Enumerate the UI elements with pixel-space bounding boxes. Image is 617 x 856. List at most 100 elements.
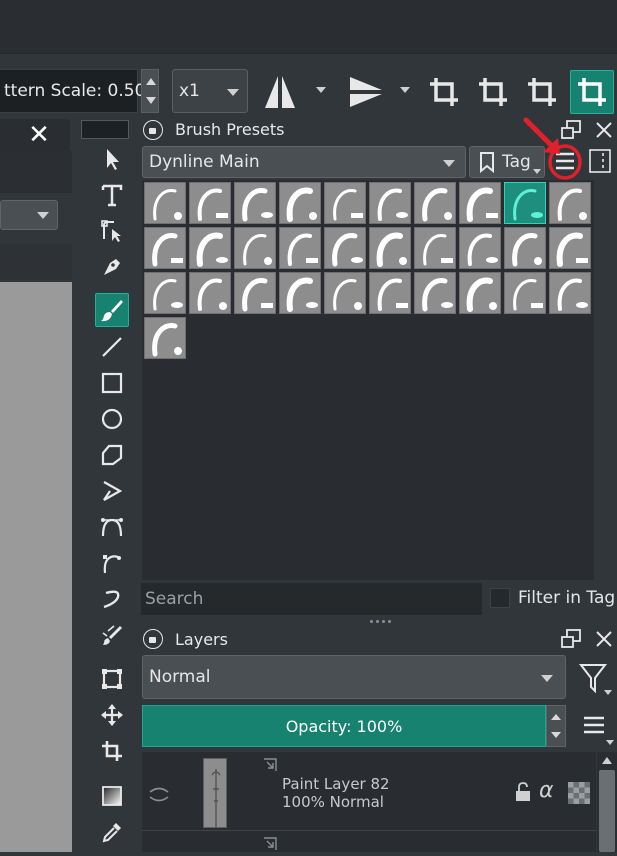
freehand-path-tool[interactable] bbox=[95, 546, 129, 580]
brush-preset-thumbnail[interactable] bbox=[459, 182, 501, 224]
opacity-spinner[interactable] bbox=[546, 705, 566, 747]
brush-preset-thumbnail[interactable] bbox=[144, 272, 186, 314]
close-layers-button[interactable] bbox=[593, 628, 615, 654]
brush-preset-thumbnail[interactable] bbox=[234, 182, 276, 224]
layers-scrollbar[interactable] bbox=[597, 752, 617, 852]
brush-preset-thumbnail[interactable] bbox=[324, 272, 366, 314]
layers-lock-icon[interactable] bbox=[143, 629, 163, 649]
layers-menu-button[interactable] bbox=[582, 714, 616, 752]
move-tool[interactable] bbox=[95, 698, 129, 732]
layer-lock-toggle[interactable] bbox=[514, 782, 532, 806]
mirror-horizontal-options-icon[interactable] bbox=[316, 87, 326, 93]
scroll-up-icon[interactable] bbox=[602, 757, 612, 764]
brush-preset-thumbnail[interactable] bbox=[324, 182, 366, 224]
polygon-tool[interactable] bbox=[95, 438, 129, 472]
ellipse-tool[interactable] bbox=[95, 402, 129, 436]
brush-preset-thumbnail[interactable] bbox=[144, 182, 186, 224]
brush-preset-thumbnail[interactable] bbox=[279, 182, 321, 224]
float-layers-button[interactable] bbox=[560, 628, 582, 654]
wrap-around-button-active[interactable] bbox=[570, 70, 614, 114]
brush-preset-thumbnail[interactable] bbox=[369, 182, 411, 224]
blend-mode-combo[interactable]: Normal bbox=[142, 655, 566, 699]
wrap-around-button-1[interactable] bbox=[422, 70, 466, 114]
polyline-tool[interactable] bbox=[95, 474, 129, 508]
spin-up-icon[interactable] bbox=[551, 714, 561, 720]
scrollbar-thumb[interactable] bbox=[599, 770, 615, 852]
splitter-grip bbox=[388, 620, 391, 623]
brush-preset-thumbnail[interactable] bbox=[144, 227, 186, 269]
brush-preset-thumbnail[interactable] bbox=[414, 227, 456, 269]
mirror-horizontal-icon bbox=[265, 76, 295, 108]
brush-preset-thumbnail[interactable] bbox=[459, 272, 501, 314]
preset-search-input[interactable]: Search bbox=[141, 583, 482, 615]
docker-lock-icon[interactable] bbox=[143, 120, 163, 140]
wrap-around-button-3[interactable] bbox=[520, 70, 564, 114]
multibrush-tool[interactable] bbox=[95, 618, 129, 652]
layer-visibility-toggle[interactable] bbox=[148, 783, 170, 809]
brush-preset-thumbnail[interactable] bbox=[504, 272, 546, 314]
close-icon[interactable]: ✕ bbox=[26, 120, 52, 150]
bezier-tool[interactable] bbox=[95, 510, 129, 544]
brush-preset-thumbnail[interactable] bbox=[234, 272, 276, 314]
edit-shapes-tool[interactable] bbox=[95, 214, 129, 248]
transform-tool[interactable] bbox=[95, 662, 129, 696]
gradient-tool[interactable] bbox=[95, 779, 129, 813]
left-dropdown[interactable] bbox=[0, 200, 58, 230]
brush-preset-thumbnail[interactable] bbox=[279, 272, 321, 314]
brush-preset-thumbnail[interactable] bbox=[189, 227, 231, 269]
wrap-around-button-2[interactable] bbox=[471, 70, 515, 114]
pattern-scale-field[interactable]: ttern Scale: 0.50x bbox=[0, 69, 155, 113]
layer-name[interactable]: Paint Layer 82 bbox=[282, 775, 390, 793]
spin-up-icon[interactable] bbox=[146, 78, 156, 85]
mirror-vertical-options-icon[interactable] bbox=[400, 87, 410, 93]
select-tool[interactable] bbox=[95, 142, 129, 176]
mirror-vertical-button[interactable] bbox=[344, 70, 388, 114]
brush-preset-thumbnail[interactable] bbox=[414, 272, 456, 314]
brush-preset-thumbnail[interactable] bbox=[324, 227, 366, 269]
brush-preset-thumbnail[interactable] bbox=[549, 182, 591, 224]
calligraphy-tool[interactable] bbox=[95, 250, 129, 284]
gradient-icon bbox=[102, 786, 122, 806]
crop-icon bbox=[528, 78, 556, 106]
toolbox-header bbox=[81, 120, 129, 139]
pen-nib-icon bbox=[104, 259, 120, 275]
color-picker-tool[interactable] bbox=[95, 815, 129, 849]
brush-preset-thumbnail[interactable] bbox=[549, 227, 591, 269]
docker-splitter[interactable] bbox=[141, 618, 617, 624]
brush-preset-thumbnail[interactable] bbox=[189, 182, 231, 224]
text-tool[interactable] bbox=[95, 178, 129, 212]
spin-down-icon[interactable] bbox=[146, 97, 156, 104]
filter-in-tag-checkbox[interactable] bbox=[490, 588, 510, 608]
brush-preset-thumbnail[interactable] bbox=[369, 272, 411, 314]
inherit-alpha-toggle[interactable] bbox=[568, 782, 590, 808]
mirror-horizontal-button[interactable] bbox=[258, 70, 302, 114]
brush-preset-thumbnail[interactable] bbox=[279, 227, 321, 269]
line-tool[interactable] bbox=[95, 330, 129, 364]
view-mode-button[interactable] bbox=[588, 148, 612, 178]
crop-tool[interactable] bbox=[95, 734, 129, 768]
brush-preset-thumbnail[interactable] bbox=[414, 182, 456, 224]
close-docker-button[interactable] bbox=[593, 119, 615, 145]
canvas-surface[interactable] bbox=[0, 282, 72, 852]
spin-down-icon[interactable] bbox=[551, 732, 561, 738]
opacity-slider[interactable]: Opacity: 100% bbox=[142, 705, 546, 747]
brush-preset-thumbnail[interactable] bbox=[189, 272, 231, 314]
brush-preset-thumbnail[interactable] bbox=[144, 317, 186, 359]
freehand-brush-tool[interactable] bbox=[95, 293, 129, 327]
brush-preset-thumbnail[interactable] bbox=[234, 227, 276, 269]
brush-preset-thumbnail[interactable] bbox=[504, 182, 546, 224]
layer-filter-button[interactable] bbox=[578, 662, 612, 700]
pattern-scale-spinner[interactable] bbox=[141, 69, 159, 113]
multiplier-combo[interactable]: x1 bbox=[172, 69, 248, 113]
brush-preset-thumbnail[interactable] bbox=[549, 272, 591, 314]
alpha-lock-icon[interactable]: α bbox=[539, 778, 554, 803]
view-mode-icon bbox=[589, 149, 611, 173]
rectangle-tool[interactable] bbox=[95, 366, 129, 400]
brush-preset-thumbnail[interactable] bbox=[459, 227, 501, 269]
brush-preset-thumbnail[interactable] bbox=[504, 227, 546, 269]
edit-shapes-icon bbox=[101, 220, 121, 242]
preset-group-combo[interactable]: Dynline Main bbox=[142, 146, 466, 178]
brush-presets-title: Brush Presets bbox=[175, 120, 285, 139]
brush-preset-thumbnail[interactable] bbox=[369, 227, 411, 269]
dynamic-brush-tool[interactable] bbox=[95, 582, 129, 616]
